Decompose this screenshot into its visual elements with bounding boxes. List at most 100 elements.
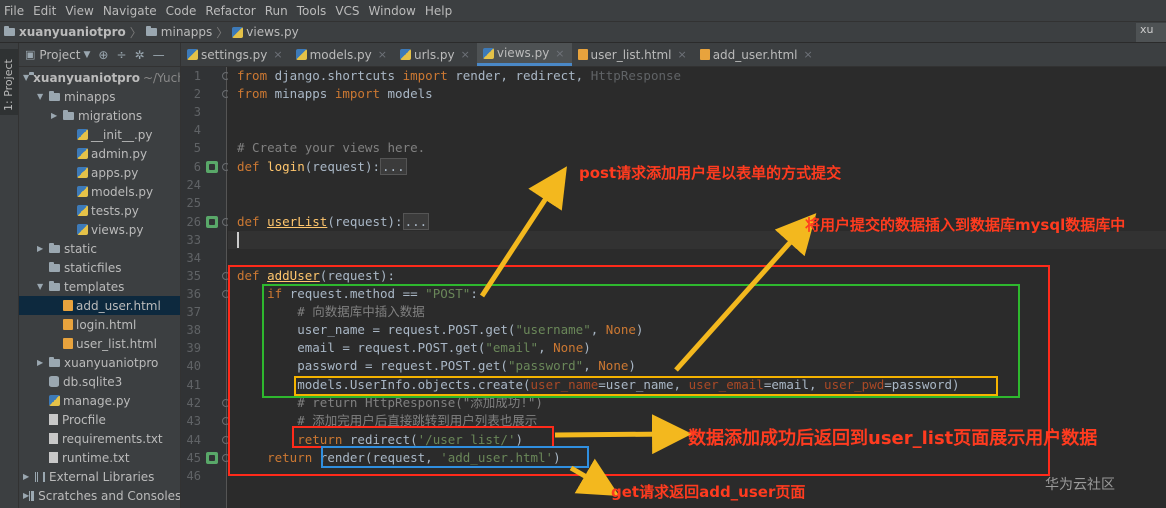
tab-user-list-html[interactable]: user_list.html × bbox=[572, 43, 694, 66]
project-view-selector[interactable]: Project bbox=[39, 48, 80, 62]
tab-settings-py[interactable]: settings.py × bbox=[181, 43, 290, 66]
menu-item-refactor[interactable]: Refactor bbox=[205, 4, 255, 18]
tab-models-py[interactable]: models.py × bbox=[290, 43, 394, 66]
python-file-icon bbox=[232, 26, 244, 38]
menu-item-file[interactable]: File bbox=[4, 4, 24, 18]
menu-item-help[interactable]: Help bbox=[425, 4, 452, 18]
tree-item[interactable]: models.py bbox=[19, 182, 180, 201]
menu-item-vcs[interactable]: VCS bbox=[335, 4, 359, 18]
tab-label: urls.py bbox=[413, 47, 455, 62]
annotation-redirect-list: 数据添加成功后返回到user_list页面展示用户数据 bbox=[688, 428, 1098, 449]
project-view-icon: ▣ bbox=[25, 48, 36, 61]
folder-icon bbox=[4, 26, 15, 36]
close-tab-icon[interactable]: × bbox=[555, 47, 564, 60]
tree-item[interactable]: ▼ templates bbox=[19, 277, 180, 296]
python-file-icon bbox=[187, 49, 198, 60]
line-number: 2 bbox=[193, 87, 201, 101]
tree-item[interactable]: db.sqlite3 bbox=[19, 372, 180, 391]
line-number: 43 bbox=[186, 414, 201, 428]
tree-item[interactable]: ▶ migrations bbox=[19, 106, 180, 125]
tree-item[interactable]: ▶ static bbox=[19, 239, 180, 258]
close-tab-icon[interactable]: × bbox=[461, 48, 470, 61]
tree-item[interactable]: ▶ Scratches and Consoles bbox=[19, 486, 180, 505]
folder-icon bbox=[49, 280, 60, 291]
tab-views-py[interactable]: views.py × bbox=[476, 43, 572, 66]
collapsed-arrow-icon[interactable]: ▶ bbox=[37, 358, 49, 367]
url-mapping-icon[interactable] bbox=[206, 161, 218, 173]
tree-item[interactable]: manage.py bbox=[19, 391, 180, 410]
nav-folder[interactable]: minapps bbox=[161, 25, 212, 39]
tree-item[interactable]: add_user.html bbox=[19, 296, 180, 315]
tree-item[interactable]: views.py bbox=[19, 220, 180, 239]
tree-item[interactable]: ▶ xuanyuaniotpro bbox=[19, 353, 180, 372]
tree-item-label: xuanyuaniotpro bbox=[33, 70, 140, 85]
run-config-label: xu bbox=[1140, 23, 1154, 36]
folded-code[interactable]: ... bbox=[380, 158, 407, 175]
tree-item[interactable]: user_list.html bbox=[19, 334, 180, 353]
menu-item-run[interactable]: Run bbox=[265, 4, 288, 18]
line-number: 3 bbox=[193, 105, 201, 119]
tree-item[interactable]: tests.py bbox=[19, 201, 180, 220]
menu-item-code[interactable]: Code bbox=[166, 4, 197, 18]
tree-item[interactable]: ▼xuanyuaniotpro~/Yuchu bbox=[19, 68, 180, 87]
close-tab-icon[interactable]: × bbox=[273, 48, 282, 61]
nav-file[interactable]: views.py bbox=[246, 25, 298, 39]
close-tab-icon[interactable]: × bbox=[804, 48, 813, 61]
line-number: 38 bbox=[186, 323, 201, 337]
code-line-35: def addUser(request): bbox=[237, 268, 396, 283]
tree-item[interactable]: staticfiles bbox=[19, 258, 180, 277]
html-file-icon bbox=[63, 338, 73, 349]
dropdown-arrow-icon[interactable]: ▼ bbox=[83, 50, 90, 60]
tab-label: user_list.html bbox=[590, 47, 672, 62]
url-mapping-icon[interactable] bbox=[206, 452, 218, 464]
annotation-post-form: post请求添加用户是以表单的方式提交 bbox=[579, 164, 842, 182]
tree-item[interactable]: ▶ External Libraries bbox=[19, 467, 180, 486]
folder-icon bbox=[49, 356, 60, 367]
menu-item-window[interactable]: Window bbox=[369, 4, 416, 18]
tab-add-user-html[interactable]: add_user.html × bbox=[694, 43, 820, 66]
collapsed-arrow-icon[interactable]: ▶ bbox=[51, 111, 63, 120]
tree-item[interactable]: runtime.txt bbox=[19, 448, 180, 467]
close-tab-icon[interactable]: × bbox=[378, 48, 387, 61]
project-panel: ▣ Project ▼ ⊕ ÷ ✲ — ▼ xuanyuaniotpro ~/Yuc… bbox=[19, 43, 181, 508]
menu-item-edit[interactable]: Edit bbox=[33, 4, 56, 18]
project-panel-header: ▣ Project ▼ ⊕ ÷ ✲ — bbox=[19, 43, 180, 67]
python-file-icon bbox=[77, 129, 88, 140]
line-number: 6 bbox=[193, 160, 201, 174]
tree-item-label: apps.py bbox=[91, 165, 139, 180]
tab-label: models.py bbox=[309, 47, 372, 62]
tree-item[interactable]: ▼ minapps bbox=[19, 87, 180, 106]
code-line-45: return render(request, 'add_user.html') bbox=[267, 450, 561, 465]
library-icon bbox=[29, 490, 35, 501]
tree-item-label: xuanyuaniotpro bbox=[64, 355, 159, 370]
tree-item[interactable]: admin.py bbox=[19, 144, 180, 163]
tree-item[interactable]: Procfile bbox=[19, 410, 180, 429]
expanded-arrow-icon[interactable]: ▼ bbox=[37, 92, 49, 101]
menu-item-tools[interactable]: Tools bbox=[297, 4, 327, 18]
html-file-icon bbox=[63, 300, 73, 311]
tree-item[interactable]: login.html bbox=[19, 315, 180, 334]
collapsed-arrow-icon[interactable]: ▶ bbox=[23, 472, 35, 481]
minimize-icon[interactable]: — bbox=[153, 48, 165, 62]
menu-item-navigate[interactable]: Navigate bbox=[103, 4, 157, 18]
tree-item-label: add_user.html bbox=[76, 298, 161, 313]
project-tool-tab[interactable]: 1: Project bbox=[0, 49, 18, 115]
tab-urls-py[interactable]: urls.py × bbox=[394, 43, 477, 66]
menu-item-view[interactable]: View bbox=[65, 4, 93, 18]
tree-item[interactable]: requirements.txt bbox=[19, 429, 180, 448]
tree-item-label: models.py bbox=[91, 184, 154, 199]
gear-icon[interactable]: ✲ bbox=[135, 48, 145, 62]
collapsed-arrow-icon[interactable]: ▶ bbox=[37, 244, 49, 253]
run-config-selector[interactable]: xu bbox=[1136, 23, 1166, 42]
nav-project[interactable]: xuanyuaniotpro bbox=[19, 25, 126, 39]
tree-item[interactable]: __init__.py bbox=[19, 125, 180, 144]
folded-code[interactable]: ... bbox=[402, 213, 430, 230]
url-mapping-icon[interactable] bbox=[206, 216, 218, 228]
tree-item[interactable]: apps.py bbox=[19, 163, 180, 182]
html-file-icon bbox=[577, 49, 588, 60]
expanded-arrow-icon[interactable]: ▼ bbox=[37, 282, 49, 291]
tree-item-label: admin.py bbox=[91, 146, 148, 161]
collapse-icon[interactable]: ÷ bbox=[116, 48, 126, 62]
locate-icon[interactable]: ⊕ bbox=[98, 48, 108, 62]
close-tab-icon[interactable]: × bbox=[677, 48, 686, 61]
